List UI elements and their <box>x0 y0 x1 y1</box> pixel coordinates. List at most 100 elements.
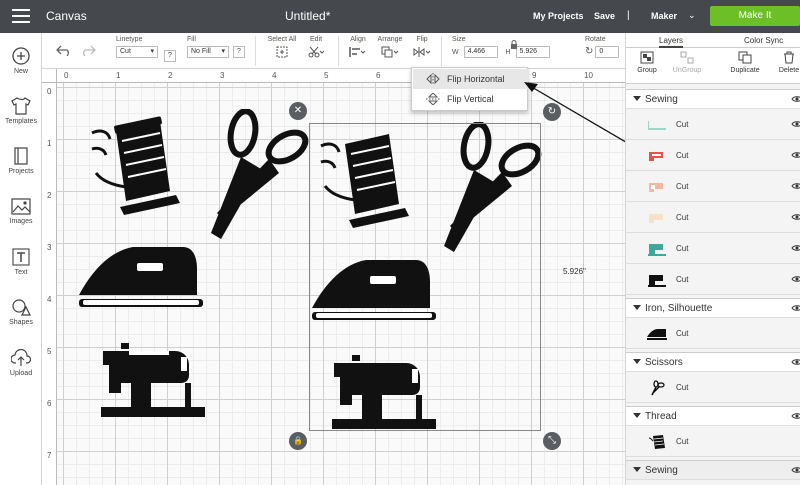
ruler-tick: 1 <box>116 71 121 80</box>
flip-horizontal-option[interactable]: Flip Horizontal <box>413 69 528 89</box>
eye-icon[interactable] <box>791 358 800 366</box>
eye-icon[interactable] <box>791 304 800 312</box>
size-label: Size <box>452 36 466 43</box>
layer-linetype: Cut <box>676 151 689 160</box>
ruler-tick: 5 <box>47 347 52 356</box>
ruler-tick: 2 <box>168 71 173 80</box>
images-tool[interactable]: Images <box>0 198 42 225</box>
layer-row[interactable]: Cut <box>626 264 800 295</box>
align-icon <box>349 47 366 57</box>
layer-thumbnail <box>648 275 666 287</box>
layer-group-header[interactable]: Iron, Silhouette <box>626 298 800 318</box>
ruler-tick: 3 <box>220 71 225 80</box>
layer-linetype: Cut <box>676 437 689 446</box>
width-input[interactable]: 4.466 <box>463 46 498 58</box>
ungroup-button[interactable]: UnGroup <box>662 51 712 74</box>
annotation-arrow <box>524 82 637 149</box>
redo-icon[interactable] <box>80 44 96 56</box>
iron-silhouette-image[interactable] <box>77 245 205 309</box>
eye-icon[interactable] <box>791 244 800 252</box>
shapes-tool[interactable]: Shapes <box>0 298 42 326</box>
layer-row[interactable]: Cut <box>626 426 800 457</box>
width-label: W <box>452 48 459 56</box>
flip-group[interactable]: Flip <box>411 36 433 60</box>
layer-row[interactable]: Cut <box>626 318 800 349</box>
layer-group-header[interactable]: Thread <box>626 406 800 426</box>
eye-icon[interactable] <box>791 151 800 159</box>
edit-group[interactable]: Edit <box>306 36 326 60</box>
document-title[interactable]: Untitled* <box>285 9 330 23</box>
panel-tabs: Layers Color Sync <box>626 33 800 48</box>
fill-value: No Fill <box>191 48 211 55</box>
plus-circle-icon <box>12 47 30 65</box>
eye-icon[interactable] <box>791 95 800 103</box>
eye-icon[interactable] <box>791 182 800 190</box>
arrange-group[interactable]: Arrange <box>376 36 404 60</box>
divider <box>441 36 442 66</box>
thread-spool-image[interactable] <box>86 115 186 217</box>
chevron-down-icon[interactable]: ⌄ <box>688 10 696 21</box>
text-tool[interactable]: Text <box>0 248 42 276</box>
fill-dropdown[interactable]: No Fill ▾ <box>187 46 229 58</box>
collapse-triangle-icon[interactable] <box>633 413 641 418</box>
delete-handle[interactable]: ✕ <box>289 102 307 120</box>
tool-label-images: Images <box>9 218 33 225</box>
new-tool[interactable]: New <box>0 47 42 75</box>
collapse-triangle-icon[interactable] <box>633 359 641 364</box>
upload-tool[interactable]: Upload <box>0 349 42 377</box>
undo-icon[interactable] <box>56 44 72 56</box>
layer-row[interactable]: Cut <box>626 202 800 233</box>
group-label: Group <box>637 67 657 74</box>
collapse-triangle-icon[interactable] <box>633 305 641 310</box>
eye-icon[interactable] <box>791 412 800 420</box>
eye-icon[interactable] <box>791 275 800 283</box>
machine-selector[interactable]: Maker <box>651 11 677 21</box>
layer-group-name: Sewing <box>645 94 678 105</box>
layer-row[interactable]: Cut <box>626 109 800 140</box>
layer-group-header[interactable]: Sewing <box>626 89 800 109</box>
height-input[interactable]: 5.926 <box>515 46 550 58</box>
layer-row[interactable]: Cut <box>626 140 800 171</box>
scissors-image[interactable] <box>207 109 312 241</box>
flip-vertical-option[interactable]: Flip Vertical <box>413 89 528 109</box>
fill-help-button[interactable]: ? <box>232 46 245 58</box>
make-it-button[interactable]: Make It <box>710 6 800 26</box>
linetype-dropdown[interactable]: Cut ▾ <box>116 46 158 58</box>
layer-group-header[interactable]: Sewing <box>626 460 800 480</box>
duplicate-button[interactable]: Duplicate <box>720 51 770 74</box>
my-projects-link[interactable]: My Projects <box>533 11 584 21</box>
ruler-tick: 0 <box>47 87 52 96</box>
eye-icon[interactable] <box>791 120 800 128</box>
templates-tool[interactable]: Templates <box>0 97 42 125</box>
layer-row[interactable]: Cut <box>626 171 800 202</box>
height-dimension-readout: 5.926" <box>563 267 586 276</box>
ungroup-label: UnGroup <box>672 67 702 74</box>
sewing-machine-image[interactable] <box>99 343 207 421</box>
projects-tool[interactable]: Projects <box>0 147 42 175</box>
flip-horizontal-icon <box>426 73 440 85</box>
collapse-triangle-icon[interactable] <box>633 467 641 472</box>
delete-button[interactable]: Delete <box>764 51 800 74</box>
flip-icon <box>413 47 431 57</box>
rotate-input[interactable]: 0 <box>595 46 620 59</box>
layer-linetype: Cut <box>676 275 689 284</box>
tab-color-sync[interactable]: Color Sync <box>744 36 783 45</box>
delete-label: Delete <box>778 67 800 74</box>
selection-bounding-box[interactable] <box>309 123 541 431</box>
layer-row[interactable]: Cut <box>626 233 800 264</box>
tab-layers[interactable]: Layers <box>659 36 684 48</box>
layer-group-header[interactable]: Scissors <box>626 352 800 372</box>
linetype-help-button[interactable]: ? <box>164 50 176 62</box>
vertical-ruler: 0 1 2 3 4 5 6 7 <box>42 83 57 485</box>
align-group[interactable]: Align <box>347 36 369 60</box>
hamburger-menu-icon[interactable] <box>12 9 30 23</box>
eye-icon[interactable] <box>791 466 800 474</box>
lock-proportions-icon[interactable] <box>510 40 518 49</box>
resize-handle[interactable]: ⤡ <box>543 432 561 450</box>
select-all-group[interactable]: Select All <box>266 36 298 60</box>
lock-handle[interactable]: 🔒 <box>289 432 307 450</box>
eye-icon[interactable] <box>791 213 800 221</box>
layer-row[interactable]: Cut <box>626 372 800 403</box>
collapse-triangle-icon[interactable] <box>633 96 641 101</box>
save-button[interactable]: Save <box>594 11 615 21</box>
